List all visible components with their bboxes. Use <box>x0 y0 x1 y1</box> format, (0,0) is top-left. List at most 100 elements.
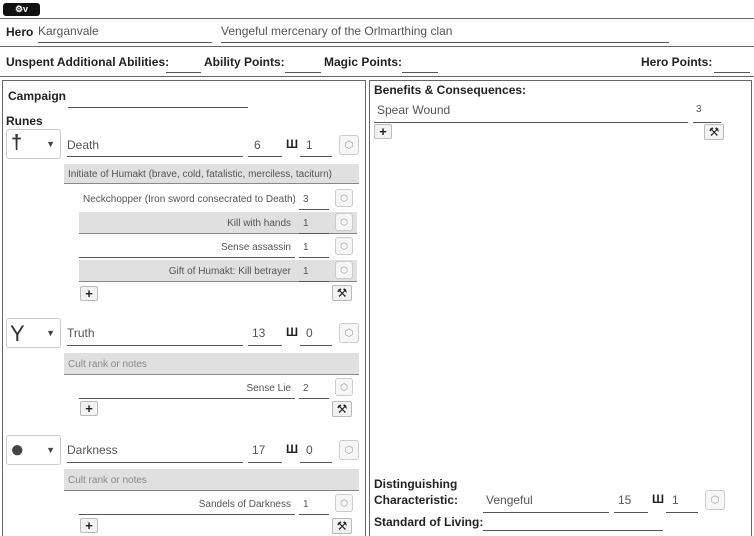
rune-rating-field[interactable]: 6 <box>248 136 282 157</box>
subability-rating[interactable]: 3 <box>299 188 329 210</box>
rune-note-field[interactable]: Cult rank or notes <box>64 469 359 491</box>
campaign-label: Campaign <box>8 89 67 103</box>
roll-button[interactable]: ⬡ <box>335 189 353 207</box>
chevron-down-icon: ▼ <box>46 328 55 338</box>
add-subability-button[interactable]: + <box>80 401 98 416</box>
plus-icon: + <box>85 518 93 533</box>
magic-points-label: Magic Points: <box>324 55 403 69</box>
darkness-rune-icon: ● <box>10 436 25 463</box>
hero-points-field[interactable] <box>714 55 750 73</box>
plus-icon: + <box>85 286 93 301</box>
rune-selector-darkness[interactable]: ● ▼ <box>6 435 61 465</box>
subability-name[interactable]: Gift of Humakt: Kill betrayer <box>79 260 295 282</box>
dice-icon: ⬡ <box>344 444 354 456</box>
roll-button[interactable]: ⬡ <box>335 378 353 396</box>
death-rune-icon: † <box>11 132 23 154</box>
unspent-abilities-field[interactable] <box>166 55 201 73</box>
distinguishing-label: Distinguishing <box>374 477 458 491</box>
dice-icon: ⬡ <box>340 381 348 392</box>
characteristic-rating-field[interactable]: 15 <box>614 491 648 513</box>
rune-name-field[interactable]: Truth <box>67 324 243 346</box>
benefits-label: Benefits & Consequences: <box>374 83 527 97</box>
benefits-panel <box>369 80 752 536</box>
dice-icon: ⬡ <box>340 240 348 251</box>
ability-points-label: Ability Points: <box>204 55 285 69</box>
rune-mastery-field[interactable]: 0 <box>300 441 332 463</box>
roll-button[interactable]: ⬡ <box>339 323 359 343</box>
dice-icon: ⬡ <box>344 327 354 339</box>
rune-note-field[interactable]: Initiate of Humakt (brave, cold, fatalis… <box>64 164 359 184</box>
rune-selector-truth[interactable]: Y ▼ <box>6 318 61 348</box>
subability-rating[interactable]: 1 <box>299 236 329 258</box>
chevron-down-icon: ▼ <box>46 445 55 455</box>
hammer-icon: ⚒ <box>708 125 720 139</box>
subability-rating[interactable]: 1 <box>299 212 329 234</box>
dice-icon: ⬡ <box>340 497 348 508</box>
edit-tools-button[interactable]: ⚒ <box>332 518 352 534</box>
hammer-icon: ⚒ <box>336 519 348 533</box>
add-subability-button[interactable]: + <box>80 518 98 533</box>
hero-name-field[interactable]: Karganvale <box>38 24 212 43</box>
plus-icon: + <box>85 401 93 416</box>
subability-name[interactable]: Sense Lie <box>79 377 295 399</box>
roll-button[interactable]: ⬡ <box>335 494 353 512</box>
settings-toggle-button[interactable]: ⚙v <box>3 3 40 16</box>
subability-rating[interactable]: 1 <box>299 493 329 515</box>
rune-name-field[interactable]: Darkness <box>67 441 243 463</box>
rune-note-field[interactable]: Cult rank or notes <box>64 353 359 375</box>
add-benefit-button[interactable]: + <box>374 124 392 139</box>
unspent-abilities-label: Unspent Additional Abilities: <box>6 55 170 69</box>
plus-icon: + <box>379 124 387 139</box>
subability-name[interactable]: Sense assassin <box>79 236 295 258</box>
subability-name[interactable]: Neckchopper (Iron sword consecrated to D… <box>79 188 295 210</box>
campaign-field[interactable] <box>68 88 248 108</box>
subability-rating[interactable]: 1 <box>299 260 329 282</box>
characteristic-mastery-field[interactable]: 1 <box>666 491 698 513</box>
magic-points-field[interactable] <box>402 55 438 73</box>
gear-icon: ⚙v <box>14 4 29 14</box>
rune-rating-field[interactable]: 13 <box>248 324 282 346</box>
hero-label: Hero <box>6 25 34 39</box>
hero-description-field[interactable]: Vengeful mercenary of the Orlmarthing cl… <box>221 24 669 43</box>
mastery-icon: Ш <box>286 325 299 339</box>
benefit-name-field[interactable]: Spear Wound <box>374 101 688 123</box>
roll-button[interactable]: ⬡ <box>335 237 353 255</box>
dice-icon: ⬡ <box>344 139 354 151</box>
edit-tools-button[interactable]: ⚒ <box>704 124 724 140</box>
roll-button[interactable]: ⬡ <box>339 440 359 460</box>
standard-of-living-label: Standard of Living: <box>374 515 484 529</box>
mastery-icon: Ш <box>286 442 299 456</box>
rune-name-field[interactable]: Death <box>67 136 243 157</box>
roll-button[interactable]: ⬡ <box>335 261 353 279</box>
characteristic-label: Characteristic: <box>374 493 459 507</box>
ability-points-field[interactable] <box>285 55 321 73</box>
chevron-down-icon: ▼ <box>46 139 55 149</box>
mastery-icon: Ш <box>652 492 665 506</box>
dice-icon: ⬡ <box>340 192 348 203</box>
add-subability-button[interactable]: + <box>80 286 98 301</box>
rune-selector-death[interactable]: † ▼ <box>6 129 61 159</box>
roll-button[interactable]: ⬡ <box>335 213 353 231</box>
characteristic-field[interactable]: Vengeful <box>483 491 609 513</box>
rune-mastery-field[interactable]: 1 <box>300 136 332 157</box>
rune-mastery-field[interactable]: 0 <box>300 324 332 346</box>
standard-of-living-field[interactable] <box>483 514 663 531</box>
hammer-icon: ⚒ <box>336 402 348 416</box>
hammer-icon: ⚒ <box>336 286 348 300</box>
mastery-icon: Ш <box>286 137 299 151</box>
benefit-rating-field[interactable]: 3 <box>693 101 721 123</box>
subability-rating[interactable]: 2 <box>299 377 329 399</box>
edit-tools-button[interactable]: ⚒ <box>332 285 352 301</box>
dice-icon: ⬡ <box>340 216 348 227</box>
hero-points-label: Hero Points: <box>641 55 713 69</box>
dice-icon: ⬡ <box>710 494 720 506</box>
truth-rune-icon: Y <box>10 321 25 346</box>
dice-icon: ⬡ <box>340 264 348 275</box>
roll-button[interactable]: ⬡ <box>339 135 359 155</box>
roll-button[interactable]: ⬡ <box>705 490 725 510</box>
edit-tools-button[interactable]: ⚒ <box>332 401 352 417</box>
subability-name[interactable]: Sandels of Darkness <box>79 493 295 515</box>
subability-name[interactable]: Kill with hands <box>79 212 295 234</box>
rune-rating-field[interactable]: 17 <box>248 441 282 463</box>
runes-label: Runes <box>6 114 43 128</box>
